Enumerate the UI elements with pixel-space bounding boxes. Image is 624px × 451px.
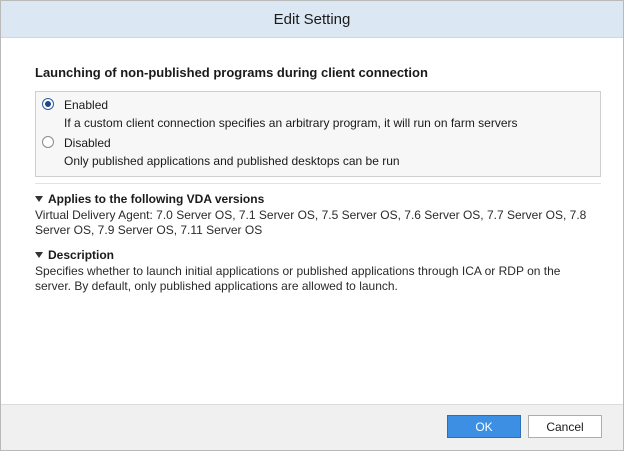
cancel-button[interactable]: Cancel — [528, 415, 602, 438]
collapse-triangle-icon[interactable] — [35, 196, 43, 202]
collapse-triangle-icon[interactable] — [35, 252, 43, 258]
vda-versions-section: Applies to the following VDA versions Vi… — [35, 192, 601, 238]
disabled-radio[interactable] — [42, 136, 54, 148]
dialog-content: Launching of non-published programs duri… — [35, 37, 601, 294]
divider — [35, 183, 601, 184]
vda-versions-body: Virtual Delivery Agent: 7.0 Server OS, 7… — [35, 208, 587, 237]
dialog-title: Edit Setting — [273, 10, 351, 28]
option-enabled[interactable]: Enabled If a custom client connection sp… — [40, 98, 600, 131]
disabled-description: Only published applications and publishe… — [64, 154, 400, 168]
setting-heading: Launching of non-published programs duri… — [35, 65, 428, 80]
disabled-label[interactable]: Disabled — [64, 136, 600, 151]
ok-button[interactable]: OK — [447, 415, 521, 438]
dialog-titlebar: Edit Setting — [1, 1, 623, 38]
radio-group: Enabled If a custom client connection sp… — [35, 91, 601, 177]
edit-setting-dialog: Edit Setting Launching of non-published … — [0, 0, 624, 451]
vda-versions-title[interactable]: Applies to the following VDA versions — [48, 192, 601, 207]
enabled-radio[interactable] — [42, 98, 54, 110]
description-section: Description Specifies whether to launch … — [35, 248, 601, 294]
description-title[interactable]: Description — [48, 248, 601, 263]
enabled-label[interactable]: Enabled — [64, 98, 600, 113]
description-body: Specifies whether to launch initial appl… — [35, 264, 561, 293]
enabled-description: If a custom client connection specifies … — [64, 116, 518, 130]
dialog-footer: OK Cancel — [1, 404, 623, 450]
option-disabled[interactable]: Disabled Only published applications and… — [40, 136, 600, 169]
